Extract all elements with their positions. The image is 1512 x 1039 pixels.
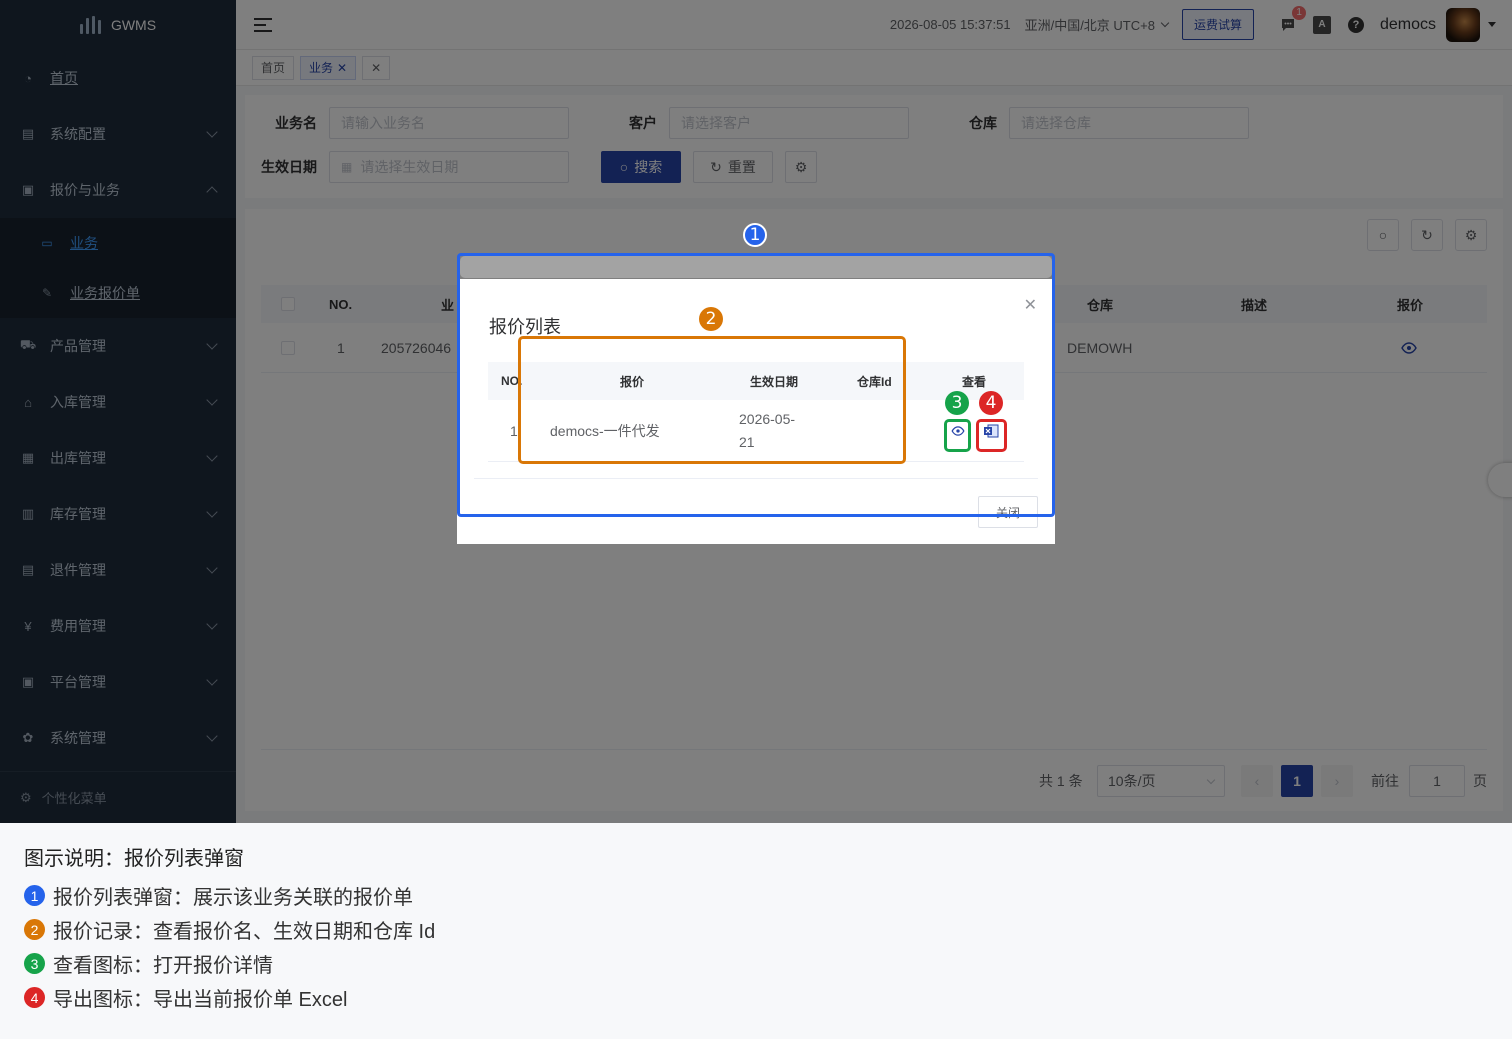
caption-marker-2: 2: [24, 919, 45, 940]
row-effective-date: 2026-05- 21: [739, 400, 795, 461]
excel-icon: [984, 424, 999, 438]
col-no: NO.: [501, 374, 523, 388]
caption-title: 图示说明：报价列表弹窗: [24, 848, 244, 870]
caption-line-2: 2 报价记录：查看报价名、生效日期和仓库 Id: [24, 915, 435, 944]
effective-date-line: 21: [739, 433, 755, 450]
col-warehouse-id: 仓库Id: [857, 374, 892, 389]
caption-text: 导出图标：导出当前报价单 Excel: [53, 989, 348, 1011]
col-effective-date: 生效日期: [750, 374, 799, 389]
view-quote-button[interactable]: [945, 416, 971, 446]
callout-marker-3: 3: [945, 391, 969, 415]
caption-text: 查看图标：打开报价详情: [53, 955, 273, 977]
quote-table-header: NO. 报价 生效日期 仓库Id 查看: [488, 362, 1024, 400]
callout-marker-4: 4: [979, 391, 1003, 415]
callout-marker-2: 2: [699, 307, 723, 331]
caption-text: 报价记录：查看报价名、生效日期和仓库 Id: [53, 921, 436, 943]
caption-line-3: 3 查看图标：打开报价详情: [24, 949, 273, 978]
close-icon[interactable]: ✕: [1024, 295, 1037, 315]
col-quote: 报价: [620, 374, 645, 389]
caption-line-4: 4 导出图标：导出当前报价单 Excel: [24, 983, 347, 1012]
dialog-title: 报价列表: [489, 317, 561, 337]
caption-line-1: 1 报价列表弹窗：展示该业务关联的报价单: [24, 881, 413, 910]
callout-marker-1: 1: [743, 223, 767, 247]
close-button[interactable]: 关闭: [978, 496, 1038, 528]
figure-caption: 图示说明：报价列表弹窗 1 报价列表弹窗：展示该业务关联的报价单 2 报价记录：…: [0, 823, 1512, 1039]
dialog-divider: [474, 478, 1038, 479]
caption-text: 报价列表弹窗：展示该业务关联的报价单: [53, 887, 413, 909]
row-no: 1: [510, 422, 518, 439]
export-excel-button[interactable]: [978, 416, 1004, 446]
quote-row[interactable]: 1 democs-一件代发 2026-05- 21: [488, 400, 1024, 462]
caption-marker-3: 3: [24, 953, 45, 974]
caption-marker-4: 4: [24, 987, 45, 1008]
row-quote: democs-一件代发: [550, 422, 660, 439]
quote-table: NO. 报价 生效日期 仓库Id 查看 1 democs-一件代发 2026-0…: [488, 362, 1024, 462]
caption-marker-1: 1: [24, 885, 45, 906]
effective-date-line: 2026-05-: [739, 410, 796, 427]
eye-icon: [951, 426, 965, 436]
